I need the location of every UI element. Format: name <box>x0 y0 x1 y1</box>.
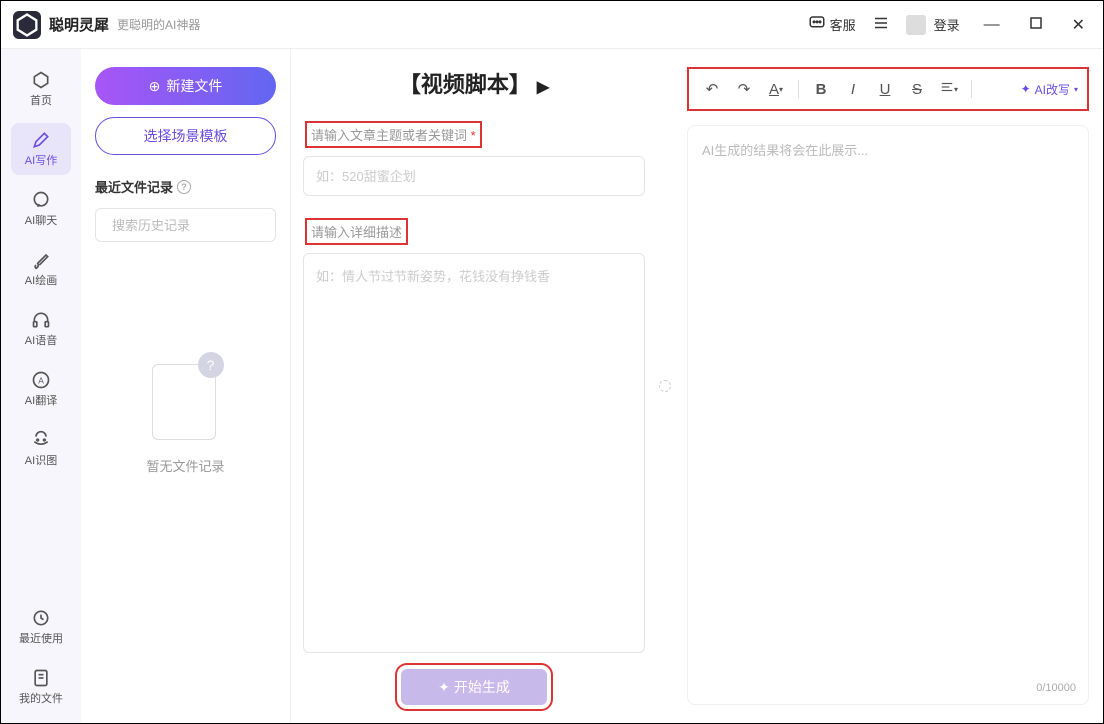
form-panel: 【视频脚本】▶ 请输入文章主题或者关键词 * 请输入详细描述 ✦ 开始生成 <box>291 49 657 723</box>
nav-image[interactable]: AI识图 <box>11 423 71 475</box>
grip-icon <box>659 380 671 392</box>
font-color-icon: A <box>769 81 779 98</box>
brush-icon <box>31 250 51 270</box>
search-input[interactable] <box>112 218 288 233</box>
menu-button[interactable] <box>872 14 890 35</box>
help-icon[interactable]: ? <box>177 180 191 194</box>
nav-recent[interactable]: 最近使用 <box>11 601 71 653</box>
login-button[interactable]: 登录 <box>906 15 960 35</box>
search-box[interactable] <box>95 208 276 242</box>
editor-panel: ↶ ↷ A▾ B I U S ▾ ✦ AI改写 ▾ AI生成的结果将会在此展示.… <box>673 49 1103 723</box>
titlebar: 聪明灵犀 更聪明的AI神器 客服 登录 — ✕ <box>1 1 1103 49</box>
minimize-button[interactable]: — <box>978 16 1006 34</box>
app-subtitle: 更聪明的AI神器 <box>117 16 200 33</box>
underline-button[interactable]: U <box>871 75 899 103</box>
nav-label: AI语音 <box>25 332 57 348</box>
nav-files[interactable]: 我的文件 <box>11 661 71 713</box>
new-file-button[interactable]: ⊕ 新建文件 <box>95 67 276 105</box>
resize-grip[interactable] <box>657 49 673 723</box>
nav-label: 最近使用 <box>19 630 63 646</box>
editor-placeholder: AI生成的结果将会在此展示... <box>702 143 868 158</box>
image-icon <box>31 430 51 450</box>
support-button[interactable]: 客服 <box>808 14 856 35</box>
page-title: 【视频脚本】▶ <box>303 67 645 99</box>
headphone-icon <box>31 310 51 330</box>
login-label: 登录 <box>934 15 960 34</box>
font-color-button[interactable]: A▾ <box>762 75 790 103</box>
undo-button[interactable]: ↶ <box>698 75 726 103</box>
play-arrow-icon[interactable]: ▶ <box>537 79 549 96</box>
chat-icon <box>31 190 51 210</box>
sparkle-icon: ✦ <box>438 679 450 696</box>
select-template-label: 选择场景模板 <box>144 126 228 146</box>
strike-button[interactable]: S <box>903 75 931 103</box>
chat-bubble-icon <box>808 14 826 35</box>
maximize-button[interactable] <box>1024 16 1048 34</box>
ai-rewrite-label: AI改写 <box>1035 81 1070 98</box>
redo-button[interactable]: ↷ <box>730 75 758 103</box>
nav-label: AI绘画 <box>25 272 57 288</box>
nav-label: AI聊天 <box>25 212 57 228</box>
underline-icon: U <box>880 81 891 98</box>
ai-sparkle-icon: ✦ <box>1021 82 1031 96</box>
recent-files-heading: 最近文件记录 ? <box>95 177 276 196</box>
bold-button[interactable]: B <box>807 75 835 103</box>
logo-icon <box>13 11 41 39</box>
detail-textarea[interactable] <box>303 253 645 653</box>
hamburger-icon <box>872 14 890 35</box>
topic-label: 请输入文章主题或者关键词 * <box>303 117 645 152</box>
undo-icon: ↶ <box>706 80 719 98</box>
nav-write[interactable]: AI写作 <box>11 123 71 175</box>
file-icon <box>31 668 51 688</box>
nav-voice[interactable]: AI语音 <box>11 303 71 355</box>
align-icon <box>940 80 954 98</box>
side-panel: ⊕ 新建文件 选择场景模板 最近文件记录 ? ? 暂无文件记录 <box>81 49 291 723</box>
left-nav: 首页 AI写作 AI聊天 AI绘画 AI语音 A AI翻译 AI识图 <box>1 49 81 723</box>
italic-button[interactable]: I <box>839 75 867 103</box>
svg-text:A: A <box>38 375 44 385</box>
app-name: 聪明灵犀 <box>49 14 109 35</box>
main-area: 首页 AI写作 AI聊天 AI绘画 AI语音 A AI翻译 AI识图 <box>1 49 1103 723</box>
bold-icon: B <box>816 81 827 98</box>
support-label: 客服 <box>830 15 856 34</box>
empty-illustration: ? <box>146 352 226 442</box>
empty-state: ? 暂无文件记录 <box>95 352 276 475</box>
avatar-icon <box>906 15 926 35</box>
nav-label: AI识图 <box>25 452 57 468</box>
nav-chat[interactable]: AI聊天 <box>11 183 71 235</box>
nav-home[interactable]: 首页 <box>11 63 71 115</box>
detail-label: 请输入详细描述 <box>303 214 645 249</box>
clock-icon <box>31 608 51 628</box>
generate-label: 开始生成 <box>454 677 510 697</box>
select-template-button[interactable]: 选择场景模板 <box>95 117 276 155</box>
plus-icon: ⊕ <box>149 78 161 95</box>
nav-label: AI翻译 <box>25 392 57 408</box>
char-count: 0/10000 <box>1036 682 1076 694</box>
close-button[interactable]: ✕ <box>1066 15 1091 35</box>
nav-translate[interactable]: A AI翻译 <box>11 363 71 415</box>
generate-button[interactable]: ✦ 开始生成 <box>401 669 547 705</box>
editor-toolbar: ↶ ↷ A▾ B I U S ▾ ✦ AI改写 ▾ <box>692 72 1084 106</box>
redo-icon: ↷ <box>738 80 751 98</box>
output-editor[interactable]: AI生成的结果将会在此展示... 0/10000 <box>687 125 1089 705</box>
align-button[interactable]: ▾ <box>935 75 963 103</box>
nav-label: 我的文件 <box>19 690 63 706</box>
home-icon <box>31 70 51 90</box>
italic-icon: I <box>851 81 855 98</box>
nav-label: AI写作 <box>25 152 57 168</box>
ai-rewrite-button[interactable]: ✦ AI改写 ▾ <box>1021 81 1078 98</box>
topic-input[interactable] <box>303 156 645 196</box>
translate-icon: A <box>31 370 51 390</box>
nav-draw[interactable]: AI绘画 <box>11 243 71 295</box>
pen-icon <box>31 130 51 150</box>
new-file-label: 新建文件 <box>166 76 222 96</box>
nav-label: 首页 <box>30 92 52 108</box>
strike-icon: S <box>912 81 922 98</box>
empty-text: 暂无文件记录 <box>146 456 224 475</box>
